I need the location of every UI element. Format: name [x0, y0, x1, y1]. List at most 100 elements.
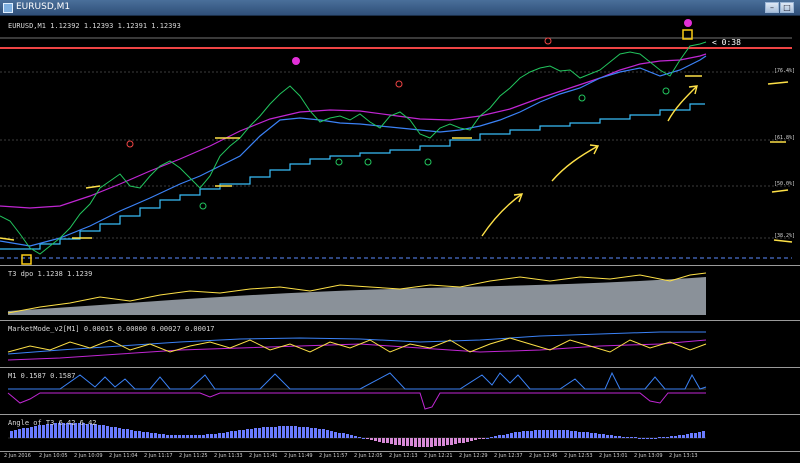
angle-bar: [294, 426, 297, 438]
angle-bar: [170, 435, 173, 438]
time-tick-label: 2 Jun 10:09: [74, 453, 103, 459]
angle-bar: [674, 436, 677, 438]
sell-signal-icon: [395, 80, 403, 88]
angle-bar: [290, 426, 293, 438]
fib-label-38: [38.2%]: [774, 233, 796, 239]
time-tick-label: 2 Jun 11:41: [249, 453, 278, 459]
angle-bar: [246, 429, 249, 438]
angle-bar: [418, 438, 421, 447]
angle-bar: [186, 435, 189, 438]
angle-bar: [338, 433, 341, 438]
angle-bar: [390, 438, 393, 444]
angle-bar: [362, 438, 365, 439]
angle-bar: [646, 438, 649, 439]
angle-bar: [106, 426, 109, 438]
angle-bar: [558, 430, 561, 438]
minimize-button[interactable]: –: [765, 2, 779, 13]
angle-bar: [542, 430, 545, 438]
main-chart-panel[interactable]: EURUSD,M1 1.12392 1.12393 1.12391 1.1239…: [0, 16, 800, 266]
angle-bar: [102, 425, 105, 438]
buy-signal-icon: [364, 158, 372, 166]
buy-signal-icon: [335, 158, 343, 166]
angle-bar: [322, 429, 325, 438]
angle-bar: [650, 438, 653, 439]
marketmode-label: MarketMode_v2[M1] 0.00015 0.00000 0.0002…: [8, 325, 215, 333]
angle-bar: [250, 429, 253, 438]
angle-bar: [658, 437, 661, 438]
ma-magenta: [0, 53, 707, 209]
angle-bar: [594, 433, 597, 438]
angle-bar: [10, 431, 13, 438]
angle-bar: [562, 430, 565, 438]
angle-bar: [458, 438, 461, 443]
time-tick-label: 2 Jun 11:33: [214, 453, 243, 459]
time-tick-label: 2 Jun 10:05: [39, 453, 68, 459]
low-bar-marker: [21, 254, 32, 265]
angle-bar: [438, 438, 441, 446]
angle-bar: [394, 438, 397, 445]
angle-bar: [422, 438, 425, 447]
angle-bar: [230, 431, 233, 438]
t3dpo-chart: [7, 272, 707, 315]
time-tick-label: 2 Jun 12:13: [389, 453, 418, 459]
angle-bar: [434, 438, 437, 446]
angle-bar: [662, 437, 665, 438]
stair-line: [0, 103, 705, 250]
angle-bar: [326, 430, 329, 438]
angle-bar: [654, 438, 657, 439]
angle-bar: [350, 435, 353, 438]
price-line: [0, 41, 707, 255]
angle-bar: [574, 431, 577, 438]
window-titlebar: EURUSD,M1 – □: [0, 0, 800, 16]
time-tick-label: 2 Jun 11:25: [179, 453, 208, 459]
angle-bar: [374, 438, 377, 441]
angle-bar: [166, 435, 169, 438]
angle-bar: [678, 435, 681, 438]
maximize-button[interactable]: □: [780, 2, 794, 13]
fib-label-76: [76.4%]: [774, 68, 796, 74]
angle-bar: [518, 432, 521, 438]
angle-bar: [22, 428, 25, 438]
angle-bar: [378, 438, 381, 442]
angle-bar: [602, 434, 605, 438]
angle-bar: [402, 438, 405, 446]
angle-bar: [626, 437, 629, 438]
angle-bar: [534, 430, 537, 438]
angle-bar: [310, 428, 313, 438]
t3dpo-panel[interactable]: T3 dpo 1.1238 1.1239: [0, 267, 800, 321]
angle-bar: [670, 436, 673, 438]
angle-bar: [482, 438, 485, 439]
angle-bar: [686, 434, 689, 438]
angle-bar: [410, 438, 413, 446]
angle-bar: [222, 433, 225, 438]
angle-bar: [530, 431, 533, 438]
angle-bar: [682, 435, 685, 438]
angle-bar: [566, 430, 569, 438]
angle-bar: [258, 428, 261, 438]
angle-bar: [118, 428, 121, 438]
angle-bar: [546, 430, 549, 438]
angle-panel[interactable]: Angle of T3 6.42 6.42: [0, 416, 800, 452]
angle-bar: [206, 434, 209, 438]
angle-bar: [238, 430, 241, 438]
marketmode-panel[interactable]: MarketMode_v2[M1] 0.00015 0.00000 0.0002…: [0, 322, 800, 368]
angle-bar: [366, 438, 369, 439]
angle-bar: [370, 438, 373, 440]
price-chart[interactable]: [0, 16, 800, 266]
bar-countdown: < 0:38: [712, 38, 741, 47]
m1-panel[interactable]: M1 0.1587 0.1587: [0, 369, 800, 415]
angle-bar: [446, 438, 449, 445]
angle-bar: [506, 434, 509, 438]
time-tick-label: 2 Jun 12:29: [459, 453, 488, 459]
angle-bar: [262, 427, 265, 438]
angle-bar: [218, 433, 221, 438]
angle-bar: [198, 435, 201, 438]
angle-bar: [398, 438, 401, 445]
angle-bar: [122, 429, 125, 438]
top-signal-icon: [684, 19, 692, 27]
time-tick-label: 2 Jun 12:21: [424, 453, 453, 459]
angle-bar: [462, 438, 465, 443]
time-tick-label: 2 Jun 12:05: [354, 453, 383, 459]
angle-bar: [154, 433, 157, 438]
angle-histogram: [8, 423, 706, 447]
